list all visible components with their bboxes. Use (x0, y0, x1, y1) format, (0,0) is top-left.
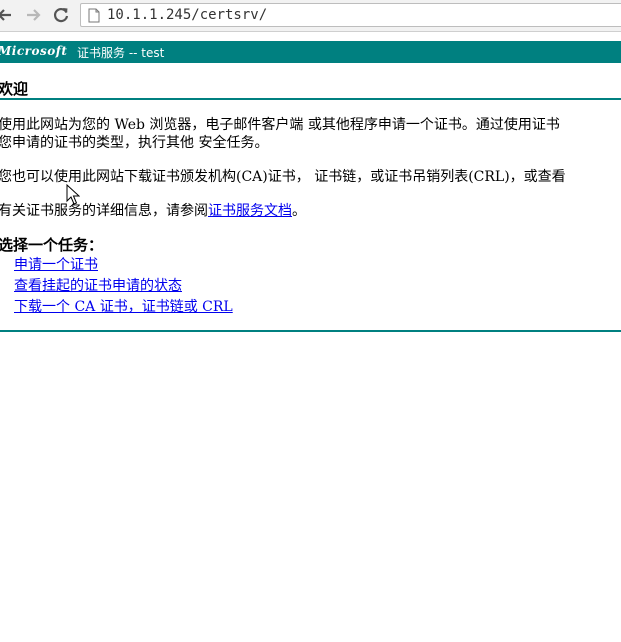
address-bar[interactable]: 10.1.1.245/certsrv/ (80, 3, 621, 27)
arrow-left-icon (0, 9, 11, 21)
task-view-pending-status[interactable]: 查看挂起的证书申请的状态 (14, 275, 182, 295)
docs-suffix: 。 (292, 203, 306, 219)
intro-line-1: 使用此网站为您的 Web 浏览器，电子邮件客户端 或其他程序申请一个证书。通过使… (0, 117, 560, 133)
task-download-ca-cert[interactable]: 下载一个 CA 证书，证书链或 CRL (14, 296, 233, 316)
browser-toolbar: 10.1.1.245/certsrv/ (0, 0, 621, 32)
intro-line-2: 您申请的证书的类型，执行其他 安全任务。 (0, 135, 269, 151)
docs-link[interactable]: 证书服务文档 (208, 203, 292, 219)
brand-logo: Microsoft (0, 44, 68, 58)
download-paragraph: 您也可以使用此网站下载证书颁发机构(CA)证书， 证书链，或证书吊销列表(CRL… (0, 169, 566, 185)
header-band: Microsoft 证书服务 -- test (0, 41, 621, 63)
docs-paragraph: 有关证书服务的详细信息，请参阅证书服务文档。 (0, 201, 306, 221)
mouse-cursor-icon (66, 184, 80, 205)
service-title: 证书服务 -- test (77, 46, 165, 60)
page-title: 欢迎 (0, 80, 29, 98)
tasks-heading: 选择一个任务： (0, 236, 104, 254)
reload-icon (53, 8, 69, 23)
reload-button[interactable] (50, 4, 72, 26)
url-text: 10.1.1.245/certsrv/ (107, 7, 268, 23)
bottom-divider (0, 330, 621, 332)
forward-button[interactable] (22, 4, 44, 26)
top-divider (0, 98, 621, 100)
task-request-certificate[interactable]: 申请一个证书 (14, 254, 98, 274)
page-icon (88, 8, 100, 23)
arrow-right-icon (27, 9, 41, 21)
docs-prefix: 有关证书服务的详细信息，请参阅 (0, 203, 208, 219)
back-button[interactable] (0, 4, 16, 26)
